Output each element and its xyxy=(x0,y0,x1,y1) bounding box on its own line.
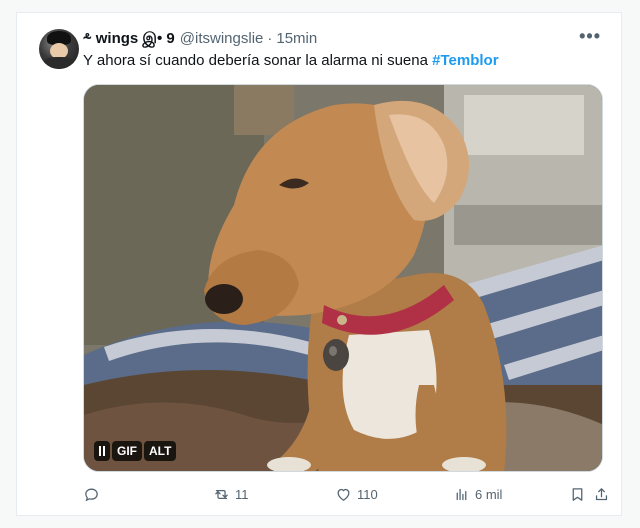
views-icon xyxy=(456,488,467,500)
share-icon xyxy=(595,487,608,500)
like-button[interactable]: 110 xyxy=(335,483,378,505)
views-button[interactable]: 6 mil xyxy=(453,483,502,505)
display-name[interactable]: ⸛ wings இ• 9 xyxy=(83,28,175,49)
dog-gif-image xyxy=(84,85,602,471)
like-count: 110 xyxy=(357,486,378,502)
gif-badge: GIF xyxy=(112,441,142,461)
tweet-card[interactable]: ⸛ wings இ• 9 @itswingslie · 15min ••• Y … xyxy=(16,12,622,516)
tweet-header: ⸛ wings இ• 9 @itswingslie · 15min ••• xyxy=(83,26,607,49)
alt-text-button[interactable]: ALT xyxy=(144,441,177,461)
share-button[interactable] xyxy=(593,483,610,505)
views-count: 6 mil xyxy=(475,486,503,502)
tweet-text: Y ahora sí cuando debería sonar la alarm… xyxy=(83,51,607,71)
retweet-button[interactable]: 11 xyxy=(213,483,249,505)
pause-icon xyxy=(99,446,105,456)
bookmark-button[interactable] xyxy=(569,483,586,505)
pause-button[interactable] xyxy=(94,441,110,461)
media-badges: GIF ALT xyxy=(94,441,178,461)
reply-button[interactable] xyxy=(83,483,105,505)
more-icon[interactable]: ••• xyxy=(579,26,601,47)
retweet-icon xyxy=(215,489,228,499)
user-handle[interactable]: @itswingslie xyxy=(180,30,264,47)
hashtag-link[interactable]: #Temblor xyxy=(432,52,498,69)
reply-icon xyxy=(85,488,98,501)
avatar[interactable] xyxy=(39,29,79,69)
gif-media[interactable]: GIF ALT xyxy=(83,84,603,472)
separator-dot: · xyxy=(267,29,273,47)
retweet-count: 11 xyxy=(235,486,249,502)
bookmark-icon xyxy=(572,487,583,501)
timestamp[interactable]: 15min xyxy=(276,30,317,47)
tweet-body: Y ahora sí cuando debería sonar la alarm… xyxy=(83,52,433,69)
like-icon xyxy=(337,488,350,501)
action-bar: 11 110 6 mil xyxy=(83,483,608,507)
